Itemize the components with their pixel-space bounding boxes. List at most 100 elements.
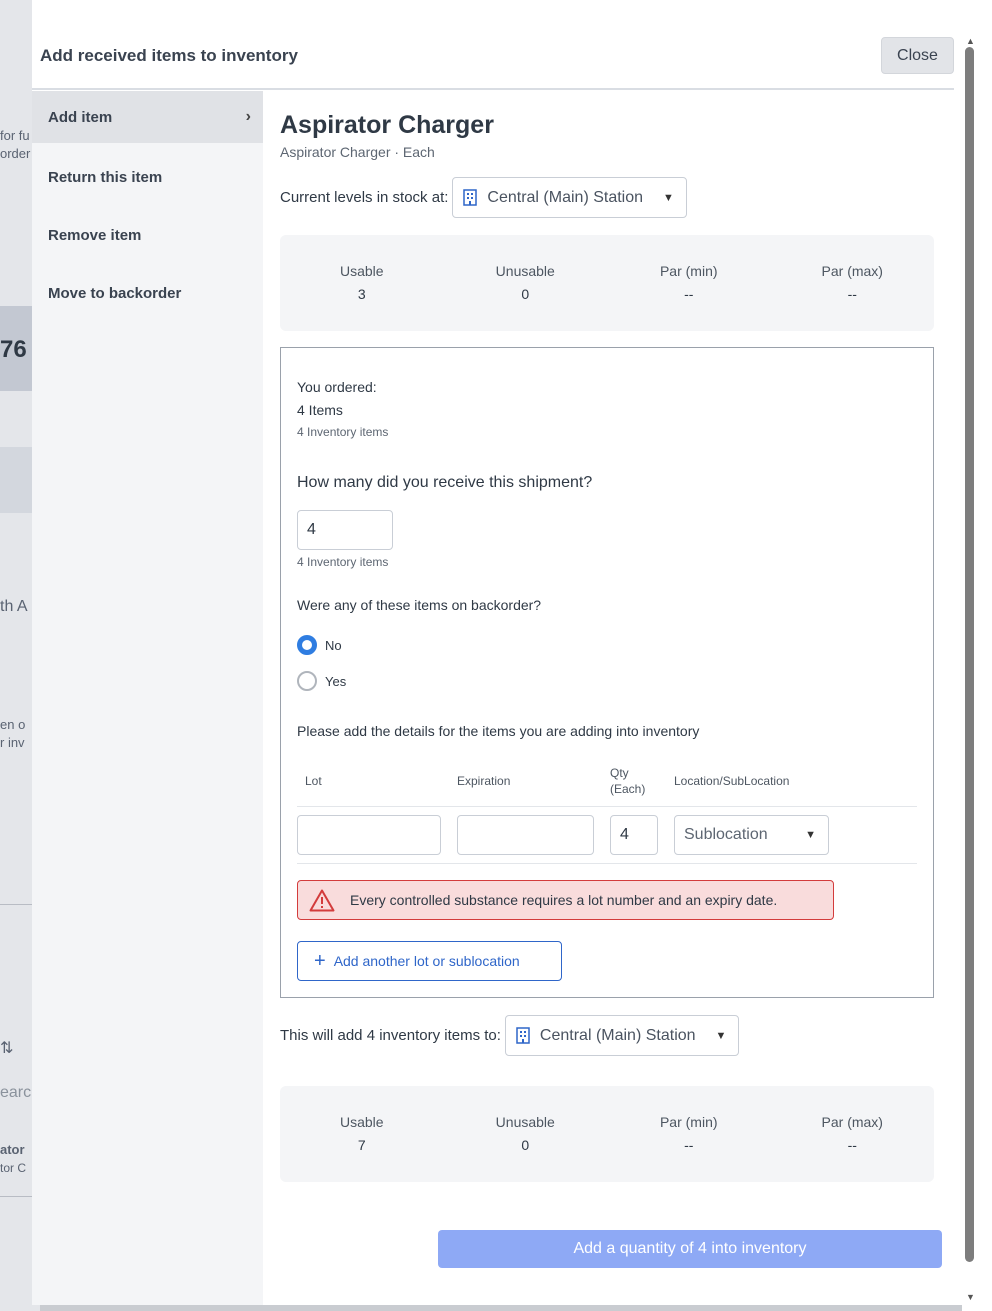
destination-row: This will add 4 inventory items to: Cent…	[280, 1015, 740, 1056]
stat-value: --	[684, 1137, 694, 1153]
stat-value: --	[684, 286, 694, 302]
destination-select-value: Central (Main) Station	[539, 1026, 696, 1044]
projected-stock-stats: Usable 7 Unusable 0 Par (min) -- Par (max) -…	[280, 1086, 934, 1182]
stat-label: Par (max)	[821, 1114, 883, 1130]
add-lot-label: Add another lot or sublocation	[333, 953, 520, 969]
received-question: How many did you receive this shipment?	[297, 474, 593, 491]
plus-icon: +	[314, 950, 326, 972]
radio-unselected-icon[interactable]	[297, 671, 317, 691]
modal-header: Add received items to inventory Close	[32, 0, 954, 90]
stat-label: Par (min)	[659, 263, 718, 279]
sidebar-item-label: Move to backorder	[48, 284, 182, 302]
radio-label: Yes	[325, 673, 347, 689]
caret-down-icon: ▼	[715, 1029, 727, 1042]
current-levels-label: Current levels in stock at:	[280, 189, 449, 206]
warning-icon	[309, 889, 335, 911]
stat-unusable: Unusable 0	[444, 235, 608, 331]
radio-selected-icon[interactable]	[297, 635, 317, 655]
sidebar-item-label: Add item	[48, 108, 113, 126]
sublocation-placeholder: Sublocation	[684, 826, 768, 843]
ordered-label: You ordered:	[297, 379, 377, 395]
sidebar-item-return-item[interactable]: Return this item	[32, 151, 263, 203]
lot-input[interactable]	[297, 815, 441, 855]
stat-par-max: Par (max) --	[771, 1086, 935, 1182]
column-header-location: Location/SubLocation	[674, 774, 790, 788]
sidebar-item-add-item[interactable]: Add item ›	[32, 91, 263, 143]
current-levels-row: Current levels in stock at: Central (Mai…	[280, 177, 687, 218]
current-stock-stats: Usable 3 Unusable 0 Par (min) -- Par (max) -…	[280, 235, 934, 331]
sidebar-item-remove-item[interactable]: Remove item	[32, 209, 263, 261]
backorder-option-no[interactable]: No	[297, 635, 342, 655]
item-subtitle: Aspirator Charger · Each	[280, 144, 435, 160]
stat-label: Usable	[339, 263, 384, 279]
bg-text: ator	[0, 1142, 25, 1157]
column-header-expiration: Expiration	[457, 774, 511, 788]
sublocation-select[interactable]: Sublocation ▼	[674, 815, 829, 855]
scroll-up-icon[interactable]: ▲	[966, 36, 975, 46]
lot-expiry-error-alert: Every controlled substance requires a lo…	[297, 880, 834, 920]
stat-value: 0	[521, 1137, 530, 1153]
stat-unusable: Unusable 0	[444, 1086, 608, 1182]
sidebar-item-label: Remove item	[48, 226, 142, 244]
caret-down-icon: ▼	[663, 191, 674, 204]
stat-value: 7	[357, 1137, 366, 1153]
stat-par-min: Par (min) --	[607, 1086, 771, 1182]
bg-sort-icon: ⇅	[0, 1040, 14, 1057]
chevron-right-icon: ›	[245, 108, 251, 125]
row-divider	[297, 863, 917, 864]
stat-label: Par (max)	[821, 263, 883, 279]
receive-details-box: You ordered: 4 Items 4 Inventory items H…	[280, 347, 934, 998]
building-icon	[516, 1027, 530, 1044]
scroll-down-icon[interactable]: ▼	[966, 1292, 975, 1302]
stat-par-min: Par (min) --	[607, 235, 771, 331]
column-header-qty: Qty (Each)	[610, 766, 646, 796]
modal-scrollbar[interactable]: ▲ ▼	[962, 0, 992, 1311]
column-header-lot: Lot	[305, 774, 322, 788]
destination-station-select[interactable]: Central (Main) Station ▼	[504, 1015, 740, 1056]
bg-text: r inv	[0, 735, 25, 750]
details-prompt: Please add the details for the items you…	[297, 723, 700, 739]
bg-text: for fu	[0, 128, 30, 143]
sidebar-item-label: Return this item	[48, 168, 163, 186]
close-button[interactable]: Close	[881, 37, 954, 74]
item-title: Aspirator Charger	[280, 111, 494, 139]
stat-label: Unusable	[495, 263, 555, 279]
qty-each-value: 4	[620, 826, 629, 843]
add-to-inventory-button[interactable]: Add a quantity of 4 into inventory	[438, 1230, 942, 1268]
qty-each-input[interactable]: 4	[610, 815, 658, 855]
add-inventory-modal: Add received items to inventory Close Ad…	[32, 0, 962, 1305]
stat-value: 0	[521, 286, 530, 302]
action-sidebar: Add item › Return this item Remove item …	[32, 91, 263, 1305]
stat-value: --	[847, 1137, 857, 1153]
stat-value: 3	[357, 286, 366, 302]
scrollbar-thumb[interactable]	[965, 47, 974, 1262]
station-select-value: Central (Main) Station	[487, 188, 644, 206]
received-inventory-count: 4 Inventory items	[297, 555, 389, 569]
backorder-option-yes[interactable]: Yes	[297, 671, 346, 691]
stat-label: Usable	[339, 1114, 384, 1130]
stat-usable: Usable 3	[280, 235, 444, 331]
bg-text: order	[0, 146, 31, 161]
ordered-quantity: 4 Items	[297, 402, 343, 418]
stat-label: Par (min)	[659, 1114, 718, 1130]
destination-label: This will add 4 inventory items to:	[280, 1027, 501, 1044]
radio-label: No	[325, 637, 342, 653]
stat-usable: Usable 7	[280, 1086, 444, 1182]
stat-par-max: Par (max) --	[771, 235, 935, 331]
station-select[interactable]: Central (Main) Station ▼	[452, 177, 687, 218]
stat-value: --	[847, 286, 857, 302]
sidebar-item-move-to-backorder[interactable]: Move to backorder	[32, 267, 263, 319]
received-quantity-input[interactable]: 4	[297, 510, 393, 550]
expiration-input[interactable]	[457, 815, 594, 855]
bg-text: tor C	[0, 1161, 27, 1175]
row-divider	[297, 806, 917, 807]
bg-text: th A	[0, 598, 28, 615]
ordered-inventory-count: 4 Inventory items	[297, 425, 389, 439]
stat-label: Unusable	[495, 1114, 555, 1130]
modal-title: Add received items to inventory	[40, 46, 298, 65]
bg-text: 76	[0, 336, 27, 363]
alert-message: Every controlled substance requires a lo…	[350, 892, 778, 908]
bg-text: earc	[0, 1084, 32, 1101]
add-lot-button[interactable]: + Add another lot or sublocation	[297, 941, 562, 981]
bg-text: en o	[0, 717, 26, 732]
